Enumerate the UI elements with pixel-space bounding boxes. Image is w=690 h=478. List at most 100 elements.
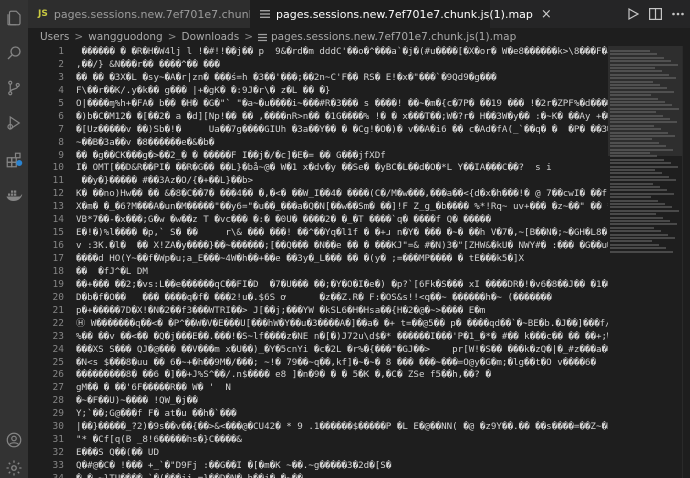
minimap-line — [610, 60, 671, 63]
map-file-icon — [258, 33, 268, 42]
minimap-line — [610, 206, 672, 209]
minimap-line — [610, 223, 677, 226]
code-line[interactable]: ���������8� ��6 �]��+J%S^��/.n$���� e8 ]… — [76, 369, 608, 382]
line-number: 2 — [58, 58, 64, 70]
minimap-line — [610, 158, 664, 161]
minimap-line — [610, 240, 652, 243]
line-number: 23 — [52, 330, 64, 342]
code-line[interactable]: "* �Cf[q(B _8!6�����hs�}C����& — [76, 434, 608, 447]
minimap-line — [610, 56, 664, 59]
split-editor-icon[interactable] — [649, 8, 662, 20]
minimap-line — [610, 148, 673, 151]
line-number: 10 — [52, 162, 64, 174]
more-actions-icon[interactable] — [672, 12, 684, 16]
extensions-icon[interactable] — [4, 150, 24, 170]
minimap-line — [610, 186, 660, 188]
code-line[interactable]: �N<s $���8�uu �� 6�~+�h��9M�/���; ~!� 79… — [76, 357, 608, 370]
files-icon[interactable] — [4, 8, 24, 28]
code-line[interactable]: ,��/} &N���r�� ����^�� ��� — [76, 59, 608, 72]
code-content[interactable]: ������ � �R�H�W4lj l !�#!!��j�� p 9&�rd�… — [76, 46, 608, 478]
code-line[interactable]: � � ~}TU���� `�(���jj =}��D�N� h��j�,�~�… — [76, 473, 608, 478]
code-line[interactable]: E���S Q��(�� UD — [76, 447, 608, 460]
minimap[interactable] — [608, 46, 682, 478]
code-line[interactable]: X�m� �_�6?M���A�un�M�����"��y6="�u��_���… — [76, 201, 608, 214]
code-line[interactable]: ��y�}����� #��3Az�O/{�+��L}��b> — [76, 175, 608, 188]
minimap-line — [610, 192, 674, 195]
code-line[interactable]: �)b�C�M12� �[��2� a �d][Np!�� �� ,����nR… — [76, 111, 608, 124]
minimap-line — [610, 104, 672, 107]
minimap-line — [610, 175, 669, 178]
code-line[interactable]: ~��B�3a��v �8������e�&�b� — [76, 137, 608, 150]
code-line[interactable]: I� OMT[��D&R��PI� ��R�G�� ��L}�bå~@� W�1… — [76, 162, 608, 175]
breadcrumb-item[interactable]: wangguodong — [88, 31, 163, 43]
line-number: 28 — [52, 395, 64, 407]
minimap-line — [610, 101, 665, 103]
code-line[interactable]: ���XS S��� QJ�@��� ��V���m x�U��)_�Y�5cn… — [76, 344, 608, 357]
code-line[interactable]: �[Uz�����v ��)Sb�!� Ua��7g����GIUh �3a��… — [76, 124, 608, 137]
line-number: 31 — [52, 434, 64, 446]
line-number: 27 — [52, 382, 64, 394]
minimap-line — [610, 97, 658, 100]
code-line[interactable]: ��+��� ��2;�vs:L��e������qC��FI�D �7�U��… — [76, 279, 608, 292]
minimap-line — [610, 121, 677, 124]
code-line[interactable]: �� �g��CK���g�>��2_� � �����F I��j�/�c]�… — [76, 150, 608, 163]
settings-gear-icon[interactable] — [4, 458, 24, 478]
code-line[interactable]: Q�#@�C� !��� +_`�"D9Fj :��G��I �[�m�K ~�… — [76, 460, 608, 473]
minimap-line — [610, 87, 667, 90]
tab-js1-map[interactable]: pages.sessions.new.7ef701e7.chunk.js(1).… — [250, 0, 552, 28]
minimap-line — [610, 189, 667, 192]
code-line[interactable]: Ⓗ W�������q��<� �P^��W�V�E���U[���hW�Y��… — [76, 318, 608, 331]
minimap-line — [610, 220, 670, 222]
editor-actions — [627, 0, 684, 28]
code-line[interactable]: ������ � �R�H�W4lj l !�#!!��j�� p 9&�rd�… — [76, 46, 608, 59]
search-icon[interactable] — [4, 43, 24, 63]
minimap-line — [610, 138, 652, 141]
line-number-gutter: 1 2 3 4 5 6 7 8 9 10 11 12 13 14 15 16 17 18 19 20 21 22 23 24 2… — [28, 46, 70, 478]
code-line[interactable]: v :3K.�l� �� X!ZA�y����}��~������;[��Q��… — [76, 240, 608, 253]
minimap-line — [610, 67, 655, 69]
account-icon[interactable] — [4, 430, 24, 450]
code-line[interactable]: gM�� � ��'6F�����R�� W� ' N — [76, 382, 608, 395]
code-line[interactable]: Y;`��;G@���f F� at�u ��h�`��� — [76, 408, 608, 421]
minimap-line — [610, 209, 679, 212]
minimap-line — [610, 196, 651, 199]
code-line[interactable]: E�!�)%l���� �p,` S� �� r\& ��� ���! ��^�… — [76, 227, 608, 240]
minimap-line — [610, 90, 674, 93]
minimap-line — [610, 250, 673, 253]
code-line[interactable]: VB*7��-�x���;G�w �w��z T �vc��� �:� �0U�… — [76, 214, 608, 227]
code-line[interactable]: ����d HO(Y~��f�Wp�u;a̲E���~4W�h��+��e ��… — [76, 253, 608, 266]
run-icon[interactable] — [627, 8, 639, 20]
line-number: 22 — [52, 317, 64, 329]
line-number: 20 — [52, 291, 64, 303]
minimap-line — [610, 182, 653, 185]
line-number: 3 — [58, 71, 64, 83]
line-number: 1 — [58, 46, 64, 57]
breadcrumb-item[interactable]: Users — [40, 31, 69, 43]
line-number: 15 — [52, 227, 64, 239]
minimap-line — [610, 162, 671, 165]
code-editor[interactable]: 1 2 3 4 5 6 7 8 9 10 11 12 13 14 15 16 17 18 19 20 21 22 23 24 2… — [28, 46, 608, 478]
code-line[interactable]: �� �fJ^�L DM — [76, 266, 608, 279]
code-line[interactable]: |��}�����_?2)�9s��v��{��>&<���@�CU42� * … — [76, 421, 608, 434]
vertical-scrollbar[interactable] — [682, 46, 690, 478]
minimap-line — [610, 199, 658, 202]
code-line[interactable]: O|����ɱ%h+�FA� b�� �H� �G�"` "�a~�u����i… — [76, 98, 608, 111]
code-line[interactable]: F\��r��K/.y�k�� g��� |+�gK� �:9J�r\� z�L… — [76, 85, 608, 98]
minimap-line — [610, 230, 661, 233]
code-line[interactable]: p�+�����7D�X!�N�2��f3���WTRI��> J[��j;��… — [76, 305, 608, 318]
minimap-line — [610, 84, 660, 86]
minimap-line — [610, 237, 675, 239]
tab-js-map[interactable]: JS pages.sessions.new.7ef701e7.chunk.js.… — [28, 0, 295, 28]
run-debug-icon[interactable] — [4, 113, 24, 133]
docker-icon[interactable] — [4, 185, 24, 205]
breadcrumb-item[interactable]: Downloads — [182, 31, 240, 43]
minimap-line — [610, 213, 656, 216]
code-line[interactable]: �� �� �3X�L �sy~�A�r|zn� ���ś=h �3��'���… — [76, 72, 608, 85]
code-line[interactable]: D�b�f�O�� ��� ����q�f� ���2!u�.$6S ơ �z�… — [76, 292, 608, 305]
close-icon[interactable]: × — [541, 7, 552, 22]
code-line[interactable]: K� ��no)Hw�� �� &�8�C��7� ���4�� �,�<� �… — [76, 188, 608, 201]
source-control-icon[interactable] — [4, 78, 24, 98]
code-line[interactable]: %�� ��v ��<�� �Q�j���E��.���!�S~lf����z�… — [76, 331, 608, 344]
breadcrumb-file[interactable]: pages.sessions.new.7ef701e7.chunk.js(1).… — [271, 31, 516, 43]
code-line[interactable]: �~�F��U)~���� !QW_�j�� — [76, 395, 608, 408]
